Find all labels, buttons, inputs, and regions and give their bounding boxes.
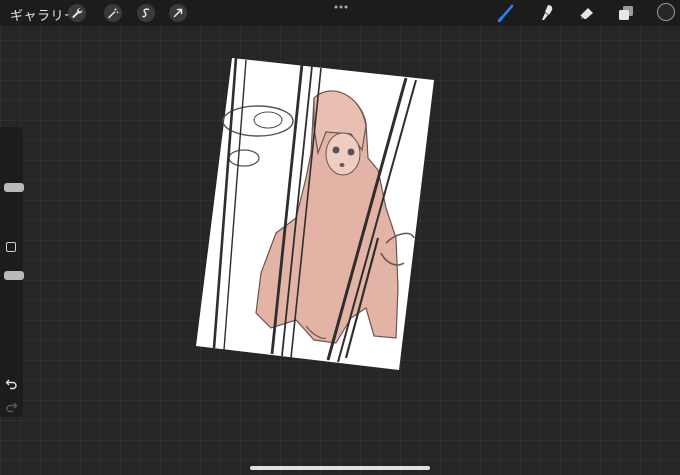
brush-icon[interactable]: [497, 3, 517, 23]
top-toolbar: ギャラリー: [0, 0, 680, 26]
magic-wand-icon[interactable]: [104, 4, 122, 22]
color-swatch[interactable]: [657, 3, 675, 21]
layers-icon[interactable]: [616, 3, 636, 23]
sidebar: [0, 127, 24, 417]
brush-size-slider[interactable]: [2, 127, 24, 225]
home-indicator: [250, 466, 430, 470]
smudge-icon[interactable]: [537, 3, 557, 23]
redo-icon[interactable]: [5, 400, 18, 413]
wrench-icon[interactable]: [68, 4, 86, 22]
more-options-icon[interactable]: [334, 3, 348, 11]
undo-icon[interactable]: [5, 377, 18, 390]
drawing-canvas[interactable]: [196, 58, 434, 370]
eraser-icon[interactable]: [577, 3, 597, 23]
opacity-thumb[interactable]: [4, 271, 24, 280]
selection-icon[interactable]: [137, 4, 155, 22]
modify-button[interactable]: [6, 242, 16, 252]
brush-size-thumb[interactable]: [4, 183, 24, 192]
transform-arrow-icon[interactable]: [169, 4, 187, 22]
opacity-slider[interactable]: [2, 263, 24, 363]
